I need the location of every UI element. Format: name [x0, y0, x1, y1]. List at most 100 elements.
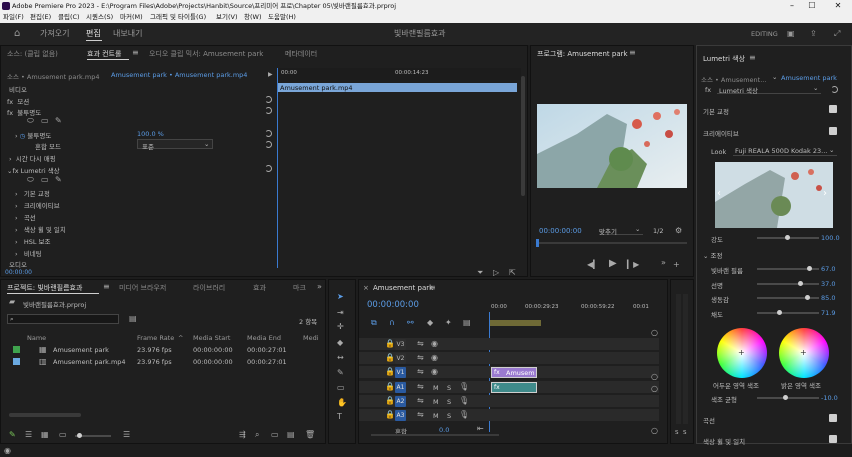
- mic-icon[interactable]: 🎙: [459, 396, 469, 406]
- hand-tool-icon[interactable]: ✋: [337, 398, 347, 408]
- fx-opacity[interactable]: fx 불투명도: [7, 107, 41, 117]
- pen-mask-icon[interactable]: ✎: [55, 116, 62, 126]
- look-dropdown[interactable]: Fuji REALA 500D Kodak 23... ⌄: [733, 146, 837, 156]
- tab-import[interactable]: 가져오기: [40, 23, 69, 45]
- program-quality[interactable]: 1/2: [653, 227, 663, 235]
- creative-checkbox[interactable]: [829, 127, 837, 135]
- look-prev-icon[interactable]: ‹: [717, 189, 721, 199]
- tint-balance-knob[interactable]: [783, 395, 788, 400]
- export-frame-icon[interactable]: ⇱: [509, 268, 516, 278]
- ec-wheels[interactable]: › 색상 휠 및 일치: [15, 224, 66, 234]
- reset-motion-icon[interactable]: [265, 96, 272, 103]
- vibrance-knob[interactable]: [805, 295, 810, 300]
- faded-film-value[interactable]: 67.0: [821, 265, 835, 273]
- intensity-value[interactable]: 100.0: [821, 234, 840, 242]
- filter-icon[interactable]: ⏷: [477, 268, 483, 278]
- ec-vignette[interactable]: › 비네팅: [15, 248, 42, 258]
- master-end-icon[interactable]: ⇤: [477, 424, 484, 434]
- trash-icon[interactable]: 🗑: [305, 430, 315, 440]
- sequence-clip-label[interactable]: Amusement park • Amusement park.mp4: [111, 71, 247, 79]
- tab-markers[interactable]: 마크: [293, 283, 306, 293]
- program-scrubber[interactable]: [537, 242, 687, 244]
- sync-lock-icon[interactable]: ⇋: [417, 353, 424, 363]
- fx-motion[interactable]: fx 모션: [7, 96, 29, 106]
- close-tab-icon[interactable]: ×: [363, 283, 369, 293]
- menu-marker[interactable]: 마커(M): [120, 12, 143, 23]
- close-icon[interactable]: ✕: [826, 0, 850, 12]
- status-icon[interactable]: ◉: [4, 446, 11, 456]
- step-back-icon[interactable]: ◀▎: [587, 260, 599, 270]
- slip-tool-icon[interactable]: ↔: [337, 353, 344, 363]
- work-area-bar[interactable]: [489, 320, 541, 326]
- sync-lock-icon[interactable]: ⇋: [417, 367, 424, 377]
- reset-opacity-prop-icon[interactable]: [265, 130, 272, 137]
- video-clip[interactable]: fx Amusem: [491, 367, 537, 378]
- sharpen-slider[interactable]: [757, 283, 819, 285]
- program-settings-icon[interactable]: ⚙: [675, 226, 682, 236]
- timeline-h-scrollbar[interactable]: [371, 434, 499, 436]
- workspace-mode[interactable]: EDITING: [751, 23, 778, 45]
- play-icon[interactable]: ▶: [609, 259, 617, 269]
- new-item-icon[interactable]: ▤: [287, 430, 295, 440]
- automate-icon[interactable]: ⇶: [239, 430, 246, 440]
- sync-lock-icon[interactable]: ⇋: [417, 396, 424, 406]
- program-title[interactable]: 프로그램: Amusement park: [537, 49, 628, 59]
- reset-lumetri-icon[interactable]: [265, 165, 272, 172]
- shadow-tint-wheel[interactable]: +: [717, 328, 767, 378]
- ellipse-mask-icon[interactable]: ⬭: [27, 116, 34, 126]
- meter-solo-left[interactable]: S: [675, 430, 679, 436]
- lumetri-title[interactable]: Lumetri 색상: [703, 54, 745, 64]
- rect-mask-icon-2[interactable]: ▭: [41, 175, 49, 185]
- mic-icon[interactable]: 🎙: [459, 382, 469, 392]
- section-creative[interactable]: 크리에이티브: [703, 128, 739, 138]
- type-tool-icon[interactable]: T: [337, 412, 342, 422]
- ec-playhead[interactable]: [277, 68, 278, 268]
- project-search-input[interactable]: ⌕: [7, 314, 119, 324]
- sort-up-icon[interactable]: ^: [178, 334, 183, 342]
- workspace-panel-icon[interactable]: ▣: [787, 23, 795, 45]
- mic-icon[interactable]: 🎙: [459, 410, 469, 420]
- curves-checkbox[interactable]: [829, 414, 837, 422]
- project-menu-icon[interactable]: ≡: [103, 282, 110, 292]
- program-timecode[interactable]: 00:00:00:00: [539, 227, 582, 235]
- project-row[interactable]: ▥ Amusement park.mp4 23.976 fps 00:00:00…: [1, 356, 325, 368]
- tab-project[interactable]: 프로젝트: 빛바랜필름효과: [7, 283, 82, 293]
- saturation-value[interactable]: 71.9: [821, 309, 835, 317]
- razor-tool-icon[interactable]: ◆: [337, 338, 343, 348]
- track-v2-label[interactable]: V2: [395, 353, 406, 364]
- menu-help[interactable]: 도움말(H): [268, 12, 296, 23]
- tab-metadata[interactable]: 메타데이터: [285, 49, 317, 59]
- program-video-frame[interactable]: [537, 104, 687, 188]
- zoom-handle-icon[interactable]: ○: [651, 372, 658, 382]
- captions-icon[interactable]: ▤: [463, 318, 471, 328]
- ec-basic[interactable]: › 기본 교정: [15, 188, 50, 198]
- intensity-knob[interactable]: [785, 235, 790, 240]
- sync-lock-icon[interactable]: ⇋: [417, 410, 424, 420]
- rectangle-tool-icon[interactable]: ▭: [337, 383, 345, 393]
- ec-creative[interactable]: › 크리에이티브: [15, 200, 60, 210]
- play-clip-icon[interactable]: ▶: [268, 70, 273, 80]
- lumetri-source[interactable]: 소스 • Amusement...: [701, 74, 766, 84]
- project-row[interactable]: ▦ Amusement park 23.976 fps 00:00:00:00 …: [1, 344, 325, 356]
- track-v3-label[interactable]: V3: [395, 339, 406, 350]
- col-media-end[interactable]: Media End: [247, 334, 281, 342]
- tab-effects[interactable]: 효과: [253, 283, 266, 293]
- more-controls-icon[interactable]: »: [661, 258, 666, 268]
- audio-clip[interactable]: fx: [491, 382, 537, 393]
- ripple-edit-tool-icon[interactable]: ✛: [337, 322, 344, 332]
- track-a2-label[interactable]: A2: [395, 396, 406, 407]
- lock-icon[interactable]: 🔒: [385, 396, 395, 406]
- selection-tool-icon[interactable]: ➤: [337, 292, 344, 302]
- solo-button[interactable]: S: [447, 384, 451, 392]
- stopwatch-icon[interactable]: ◷: [20, 132, 26, 140]
- new-bin-icon[interactable]: ▤: [129, 314, 137, 324]
- source-clip-label[interactable]: 소스 • Amusement park.mp4: [7, 71, 99, 81]
- section-wheels[interactable]: 색상 휠 및 일치: [703, 436, 745, 446]
- adjust-section[interactable]: ⌄ 조정: [703, 250, 722, 260]
- timeline-menu-icon[interactable]: ≡: [429, 283, 436, 293]
- meter-solo-right[interactable]: S: [683, 430, 687, 436]
- reset-blend-icon[interactable]: [265, 141, 272, 148]
- mute-button[interactable]: M: [433, 412, 439, 420]
- zoom-handle-icon[interactable]: ○: [651, 328, 658, 338]
- freeform-view-icon[interactable]: ▭: [59, 430, 67, 440]
